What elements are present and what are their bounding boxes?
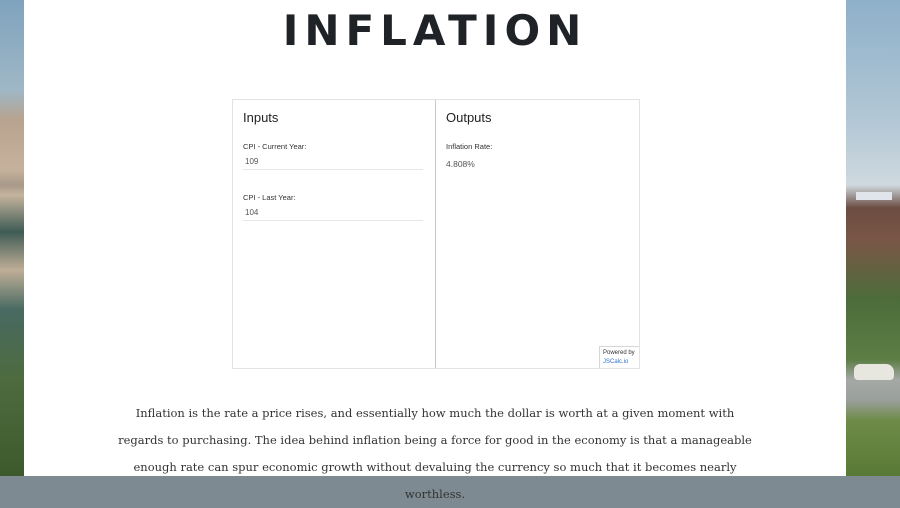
inflation-rate-label: Inflation Rate: — [446, 142, 493, 151]
outputs-panel: Outputs Inflation Rate: 4.808% Powered b… — [436, 100, 639, 368]
cpi-last-year-label: CPI - Last Year: — [243, 193, 296, 202]
parked-car-detail — [854, 364, 894, 380]
cpi-current-year-field: CPI - Current Year: — [243, 142, 423, 170]
page-title: INFLATION — [282, 6, 588, 55]
inflation-calculator: Inputs CPI - Current Year: CPI - Last Ye… — [232, 99, 640, 369]
inputs-heading: Inputs — [243, 110, 279, 125]
inputs-panel: Inputs CPI - Current Year: CPI - Last Ye… — [233, 100, 436, 368]
building-roof-detail — [856, 192, 892, 200]
jscalc-link[interactable]: JSCalc.io — [603, 358, 639, 367]
cpi-current-year-label: CPI - Current Year: — [243, 142, 307, 151]
powered-by-badge: Powered by JSCalc.io — [599, 346, 639, 368]
article-paragraph: Inflation is the rate a price rises, and… — [118, 406, 752, 501]
cpi-current-year-input[interactable] — [243, 154, 423, 170]
background-photo-left — [0, 0, 24, 476]
outputs-heading: Outputs — [446, 110, 492, 125]
main-content: INFLATION Inputs CPI - Current Year: CPI… — [24, 0, 846, 501]
background-photo-right — [846, 0, 900, 476]
cpi-last-year-input[interactable] — [243, 205, 423, 221]
inflation-rate-value: 4.808% — [446, 159, 475, 169]
powered-by-text: Powered by — [603, 350, 635, 356]
cpi-last-year-field: CPI - Last Year: — [243, 193, 423, 221]
